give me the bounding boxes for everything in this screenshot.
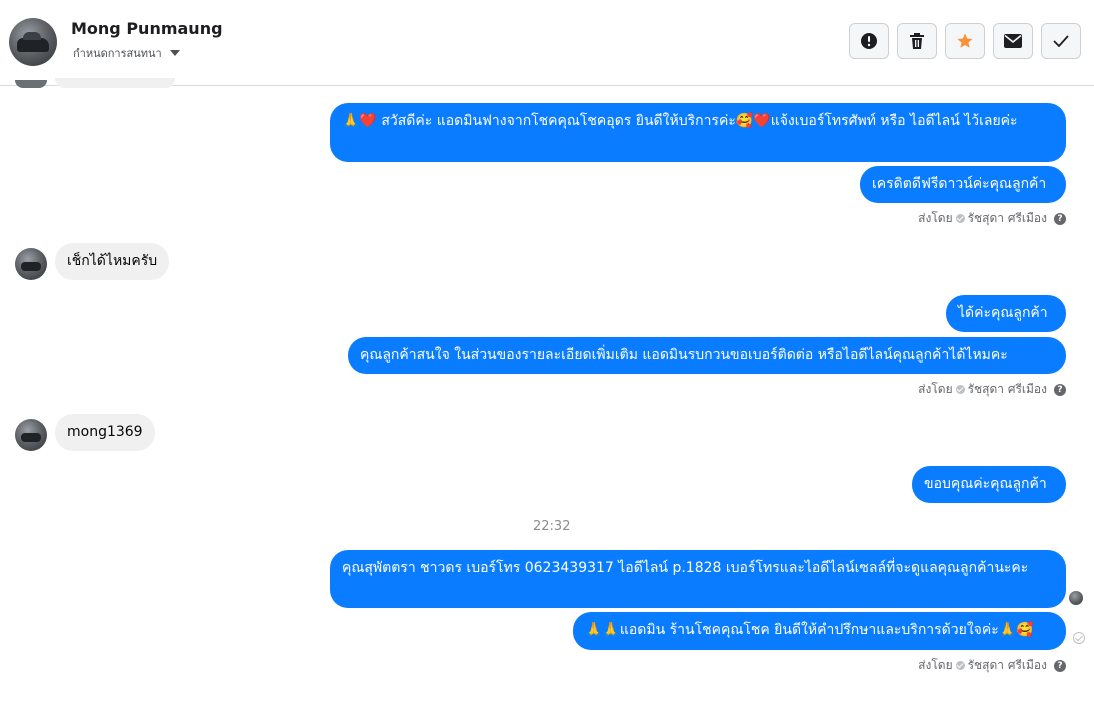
contact-avatar[interactable] <box>9 18 57 66</box>
verified-icon <box>955 385 965 394</box>
mail-icon <box>1004 34 1022 48</box>
check-icon <box>1053 35 1069 47</box>
outgoing-message[interactable]: คุณลูกค้าสนใจ ในส่วนของรายละเอียดเพิ่มเต… <box>348 337 1066 374</box>
outgoing-message[interactable]: เครดิตดีฟรีดาวน์ค่ะคุณลูกค้า <box>860 166 1066 203</box>
sent-by-prefix: ส่งโดย <box>918 382 953 396</box>
alert-icon <box>861 33 877 49</box>
caret-down-icon <box>169 50 180 56</box>
mark-unread-button[interactable] <box>993 23 1033 59</box>
verified-icon <box>955 214 965 223</box>
sender-avatar[interactable] <box>15 248 47 280</box>
outgoing-message[interactable]: ได้ค่ะคุณลูกค้า <box>946 295 1066 332</box>
help-icon[interactable]: ? <box>1054 659 1066 672</box>
mark-spam-button[interactable] <box>849 23 889 59</box>
mark-done-button[interactable] <box>1041 23 1081 59</box>
delivered-check-icon <box>1073 632 1085 644</box>
outgoing-message[interactable]: 🙏🙏แอดมิน ร้านโชคคุณโชค ยินดีให้คำปรึกษาแ… <box>573 612 1066 650</box>
sent-by-name[interactable]: รัชสุดา ศรีเมือง <box>968 209 1047 228</box>
conversation-label-text: กำหนดการสนทนา <box>73 47 162 60</box>
outgoing-message[interactable]: 🙏❤️ สวัสดีค่ะ แอดมินฟางจากโชคคุณโชคอุดร … <box>330 103 1066 162</box>
message-timestamp: 22:32 <box>533 519 571 534</box>
previous-message-bubble <box>55 78 175 88</box>
conversation-header: Mong Punmaung กำหนดการสนทนา <box>0 0 1094 86</box>
previous-message-avatar <box>15 80 47 88</box>
conversation-label-dropdown[interactable]: กำหนดการสนทนา <box>73 44 180 62</box>
sent-by-prefix: ส่งโดย <box>918 658 953 672</box>
help-icon[interactable]: ? <box>1054 212 1066 225</box>
verified-icon <box>955 661 965 670</box>
contact-name[interactable]: Mong Punmaung <box>71 19 223 38</box>
seen-avatar <box>1069 591 1083 605</box>
outgoing-message[interactable]: ขอบคุณค่ะคุณลูกค้า <box>912 466 1066 503</box>
incoming-message[interactable]: mong1369 <box>55 414 155 451</box>
star-icon <box>957 33 973 48</box>
sent-by-line: ส่งโดย รัชสุดา ศรีเมือง ? <box>918 209 1066 228</box>
sent-by-line: ส่งโดย รัชสุดา ศรีเมือง ? <box>918 380 1066 399</box>
outgoing-message[interactable]: คุณสุพัตตรา ชาวดร เบอร์โทร 0623439317 ไอ… <box>330 550 1066 608</box>
sent-by-name[interactable]: รัชสุดา ศรีเมือง <box>968 380 1047 399</box>
sender-avatar[interactable] <box>15 419 47 451</box>
trash-icon <box>910 33 924 49</box>
delete-button[interactable] <box>897 23 937 59</box>
sent-by-prefix: ส่งโดย <box>918 211 953 225</box>
star-button[interactable] <box>945 23 985 59</box>
sent-by-name[interactable]: รัชสุดา ศรีเมือง <box>968 656 1047 675</box>
incoming-message[interactable]: เช็กได้ไหมครับ <box>55 243 170 280</box>
sent-by-line: ส่งโดย รัชสุดา ศรีเมือง ? <box>918 656 1066 675</box>
help-icon[interactable]: ? <box>1054 383 1066 396</box>
